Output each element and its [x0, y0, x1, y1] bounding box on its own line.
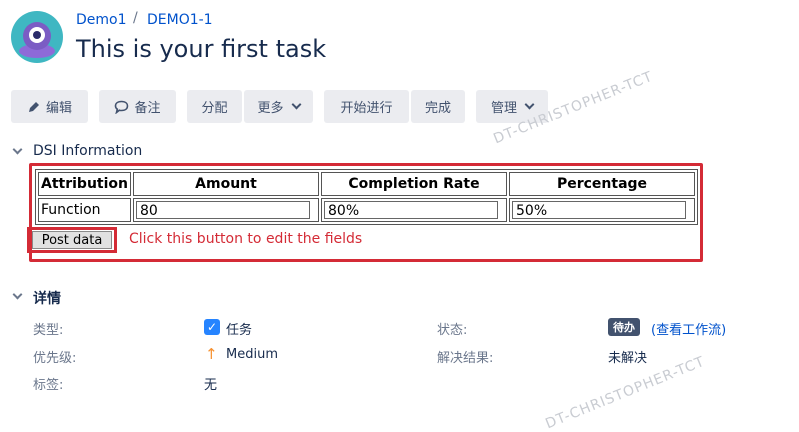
- percentage-cell: 50%: [509, 198, 695, 222]
- post-data-button[interactable]: Post data: [32, 231, 112, 249]
- task-type-icon: ✓: [204, 319, 220, 335]
- page-title: This is your first task: [76, 35, 327, 63]
- done-button[interactable]: 完成: [411, 90, 465, 123]
- more-button[interactable]: 更多: [244, 90, 313, 123]
- completion-rate-field[interactable]: 80%: [324, 201, 498, 219]
- comment-icon: [115, 100, 129, 114]
- type-value: 任务: [226, 323, 253, 338]
- priority-medium-arrow-icon: ↑: [205, 345, 218, 363]
- more-button-label: 更多: [257, 101, 284, 116]
- chevron-down-icon: [291, 99, 301, 110]
- resolution-value: 未解决: [608, 351, 648, 366]
- row-label-function: Function: [38, 198, 131, 222]
- priority-label: 优先级:: [33, 351, 77, 366]
- chevron-down-icon: [524, 99, 535, 110]
- breadcrumb-issue-key-link[interactable]: DEMO1-1: [147, 12, 213, 28]
- details-section-title[interactable]: 详情: [33, 288, 61, 308]
- status-label: 状态:: [437, 323, 468, 338]
- dsi-collapse-chevron-icon[interactable]: [12, 144, 23, 155]
- breadcrumb-project-link[interactable]: Demo1: [76, 12, 127, 28]
- pencil-icon: [28, 101, 39, 112]
- alien-avatar-icon: [19, 22, 55, 58]
- start-progress-button[interactable]: 开始进行: [324, 90, 409, 123]
- dsi-table: Attribution Amount Completion Rate Perce…: [35, 169, 698, 225]
- column-header-percentage: Percentage: [509, 172, 695, 196]
- edit-button-label: 编辑: [45, 101, 72, 116]
- resolution-label: 解决结果:: [437, 351, 494, 366]
- admin-button-label: 管理: [490, 101, 517, 116]
- table-row: Function 80 80% 50%: [38, 198, 695, 222]
- status-badge[interactable]: 待办: [608, 318, 640, 336]
- labels-label: 标签:: [33, 378, 64, 393]
- type-label: 类型:: [33, 323, 64, 338]
- labels-value: 无: [204, 378, 218, 393]
- comment-button-label: 备注: [134, 101, 161, 116]
- view-workflow-link[interactable]: (查看工作流): [651, 319, 726, 338]
- comment-button[interactable]: 备注: [99, 90, 176, 123]
- percentage-field[interactable]: 50%: [512, 201, 686, 219]
- project-avatar[interactable]: [11, 11, 63, 63]
- post-data-hint: Click this button to edit the fields: [129, 231, 363, 247]
- table-header-row: Attribution Amount Completion Rate Perce…: [38, 172, 695, 196]
- completion-rate-cell: 80%: [321, 198, 507, 222]
- assign-button[interactable]: 分配: [187, 90, 242, 123]
- amount-field[interactable]: 80: [136, 201, 310, 219]
- dsi-section-title[interactable]: DSI Information: [33, 143, 142, 159]
- edit-button[interactable]: 编辑: [11, 90, 88, 123]
- column-header-amount: Amount: [133, 172, 319, 196]
- details-collapse-chevron-icon[interactable]: [12, 289, 23, 300]
- column-header-completion-rate: Completion Rate: [321, 172, 507, 196]
- column-header-attribution: Attribution: [38, 172, 131, 196]
- priority-value: Medium: [226, 347, 278, 362]
- amount-cell: 80: [133, 198, 319, 222]
- breadcrumb-separator: /: [133, 10, 138, 26]
